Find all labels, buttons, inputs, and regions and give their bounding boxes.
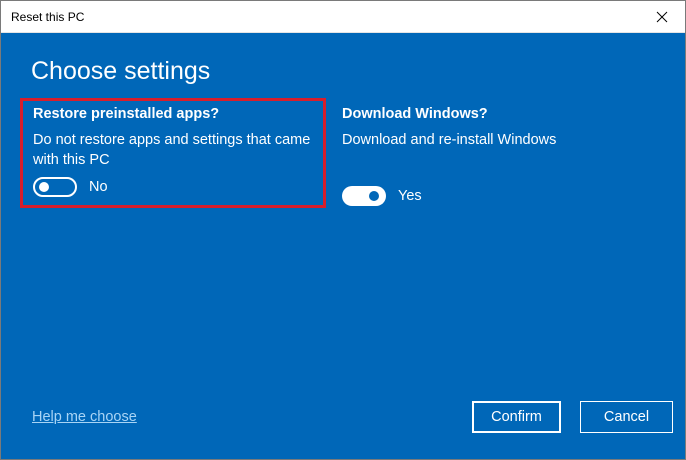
restore-apps-toggle-label: No (89, 179, 108, 195)
download-windows-section: Download Windows? Download and re-instal… (342, 98, 662, 208)
download-windows-title: Download Windows? (342, 106, 488, 122)
restore-apps-title: Restore preinstalled apps? (33, 106, 220, 122)
download-windows-description: Download and re-install Windows (342, 132, 557, 148)
title-bar: Reset this PC (1, 1, 685, 33)
confirm-button[interactable]: Confirm (472, 401, 561, 433)
restore-apps-toggle[interactable] (33, 177, 77, 197)
restore-apps-description: Do not restore apps and settings that ca… (33, 132, 311, 168)
download-windows-toggle-label: Yes (398, 188, 422, 204)
restore-apps-toggle-row[interactable]: No (33, 177, 108, 197)
help-me-choose-link[interactable]: Help me choose (32, 409, 137, 425)
page-title: Choose settings (31, 57, 211, 85)
reset-pc-dialog: Reset this PC Choose settings Restore pr… (0, 0, 686, 460)
download-windows-toggle[interactable] (342, 186, 386, 206)
window-title: Reset this PC (11, 10, 85, 24)
close-icon (656, 11, 668, 22)
download-windows-toggle-row[interactable]: Yes (342, 186, 422, 206)
cancel-button[interactable]: Cancel (580, 401, 673, 433)
restore-apps-section: Restore preinstalled apps? Do not restor… (20, 98, 326, 208)
toggle-knob (369, 191, 379, 201)
close-button[interactable] (639, 1, 685, 32)
toggle-knob (39, 182, 49, 192)
dialog-content: Choose settings Restore preinstalled app… (1, 33, 685, 459)
